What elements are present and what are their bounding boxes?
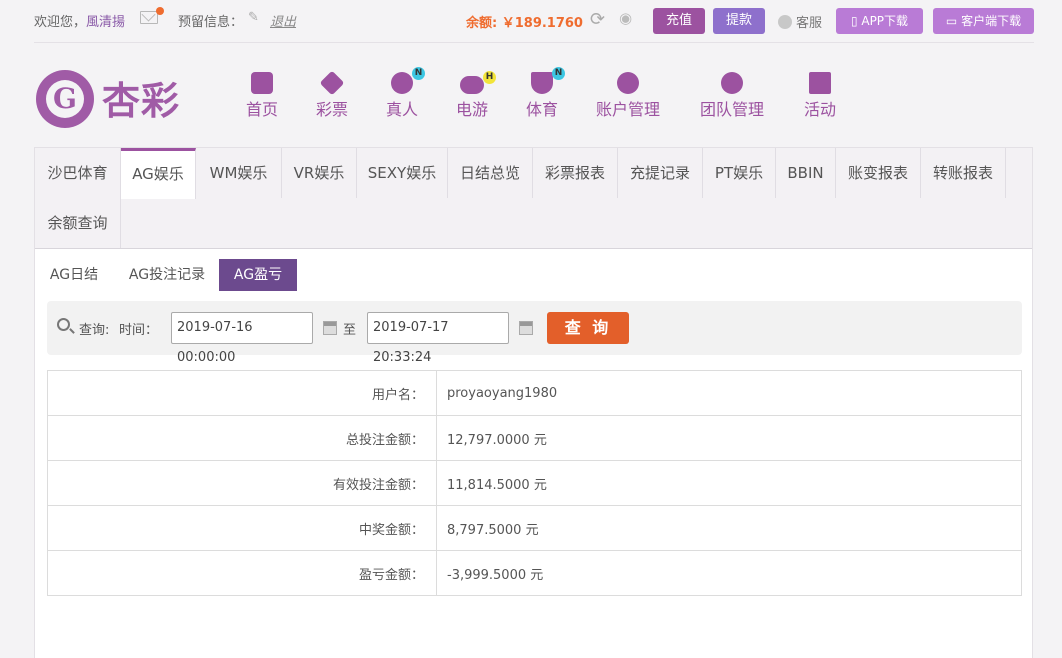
table-row: 用户名： proyaoyang1980 bbox=[47, 370, 1022, 416]
row-value: 11,814.5000 元 bbox=[436, 460, 1022, 506]
withdraw-button[interactable]: 提款 bbox=[713, 8, 765, 34]
top-divider bbox=[34, 42, 1034, 43]
nav-live[interactable]: N 真人 bbox=[386, 67, 425, 120]
home-icon bbox=[251, 72, 273, 94]
start-time-input[interactable]: 2019-07-16 00:00:00 bbox=[171, 312, 313, 365]
nav-sports[interactable]: N 体育 bbox=[526, 67, 565, 120]
tab-deposit-withdraw[interactable]: 充提记录 bbox=[618, 148, 703, 198]
welcome-text: 欢迎您，風清揚 bbox=[34, 15, 126, 30]
nav-promotions[interactable]: 活动 bbox=[804, 72, 836, 120]
result-table: 用户名： proyaoyang1980 总投注金额： 12,797.0000 元… bbox=[47, 370, 1022, 596]
tab-balance-change[interactable]: 账变报表 bbox=[836, 148, 921, 198]
logo-text[interactable]: 杏彩 bbox=[102, 70, 180, 125]
tab-pt[interactable]: PT娱乐 bbox=[703, 148, 776, 198]
subtab-ag-bets[interactable]: AG投注记录 bbox=[119, 259, 215, 291]
row-value: -3,999.5000 元 bbox=[436, 550, 1022, 596]
tab-lottery-report[interactable]: 彩票报表 bbox=[533, 148, 618, 198]
to-label: 至 bbox=[343, 323, 357, 338]
new-badge: N bbox=[412, 67, 425, 80]
tab-ag[interactable]: AG娱乐 bbox=[121, 148, 196, 199]
reserve-info-label: 预留信息： bbox=[178, 15, 244, 30]
refresh-icon[interactable]: ⟳ bbox=[590, 9, 605, 30]
time-label: 时间： bbox=[119, 323, 159, 338]
username[interactable]: 風清揚 bbox=[86, 15, 125, 30]
query-bar: 查询: 时间： 2019-07-16 00:00:00 至 2019-07-17… bbox=[47, 301, 1022, 365]
yen-coin-icon bbox=[617, 72, 639, 94]
trophy-icon: N bbox=[531, 67, 565, 94]
calendar-icon[interactable] bbox=[323, 321, 337, 335]
row-value: 8,797.5000 元 bbox=[436, 505, 1022, 551]
logo-icon[interactable] bbox=[36, 70, 94, 128]
ticket-icon bbox=[319, 70, 345, 96]
tab-transfer-report[interactable]: 转账报表 bbox=[921, 148, 1006, 198]
app-download-button[interactable]: ▯ APP下载 bbox=[836, 8, 923, 34]
search-icon bbox=[57, 318, 70, 331]
row-key: 盈亏金额： bbox=[47, 550, 437, 596]
row-key: 有效投注金额： bbox=[47, 460, 437, 506]
gift-icon bbox=[809, 72, 831, 94]
edit-icon[interactable]: ✎ bbox=[248, 10, 259, 25]
tab-daily-overview[interactable]: 日结总览 bbox=[448, 148, 533, 198]
table-row: 总投注金额： 12,797.0000 元 bbox=[47, 415, 1022, 461]
unread-dot-icon bbox=[156, 7, 164, 15]
recharge-button[interactable]: 充值 bbox=[653, 8, 705, 34]
tab-bbin[interactable]: BBIN bbox=[776, 148, 836, 198]
client-download-button[interactable]: ▭ 客户端下载 bbox=[933, 8, 1034, 34]
nav-account[interactable]: 账户管理 bbox=[596, 72, 660, 120]
tab-sexy[interactable]: SEXY娱乐 bbox=[357, 148, 448, 198]
nav-games[interactable]: H 电游 bbox=[456, 71, 496, 120]
report-tabs: 沙巴体育 AG娱乐 WM娱乐 VR娱乐 SEXY娱乐 日结总览 彩票报表 充提记… bbox=[35, 148, 1032, 249]
top-bar: 欢迎您，風清揚 预留信息： ✎ 退出 余额: ￥189.1760 ⟳ ◉ 充值 … bbox=[0, 0, 1062, 43]
query-label: 查询: bbox=[79, 323, 110, 338]
end-time-input[interactable]: 2019-07-17 20:33:24 bbox=[367, 312, 509, 365]
customer-service-link[interactable]: 客服 bbox=[778, 12, 822, 31]
subtab-ag-profit[interactable]: AG盈亏 bbox=[219, 259, 297, 291]
table-row: 盈亏金额： -3,999.5000 元 bbox=[47, 550, 1022, 596]
hot-badge: H bbox=[483, 71, 496, 84]
nav-lottery[interactable]: 彩票 bbox=[316, 70, 348, 120]
team-icon bbox=[721, 72, 743, 94]
gamepad-icon: H bbox=[460, 71, 496, 94]
row-value: 12,797.0000 元 bbox=[436, 415, 1022, 461]
table-row: 中奖金额： 8,797.5000 元 bbox=[47, 505, 1022, 551]
row-key: 中奖金额： bbox=[47, 505, 437, 551]
dealer-icon: N bbox=[391, 67, 425, 94]
calendar-icon[interactable] bbox=[519, 321, 533, 335]
hide-balance-icon[interactable]: ◉ bbox=[619, 9, 632, 27]
nav-team[interactable]: 团队管理 bbox=[700, 72, 764, 120]
nav-home[interactable]: 首页 bbox=[246, 72, 278, 120]
tab-vr[interactable]: VR娱乐 bbox=[282, 148, 357, 198]
row-key: 用户名： bbox=[47, 370, 437, 416]
report-panel: 沙巴体育 AG娱乐 WM娱乐 VR娱乐 SEXY娱乐 日结总览 彩票报表 充提记… bbox=[34, 147, 1033, 658]
mail-icon[interactable] bbox=[140, 11, 158, 24]
tab-balance-query[interactable]: 余额查询 bbox=[35, 198, 121, 248]
tab-saba-sports[interactable]: 沙巴体育 bbox=[35, 148, 121, 198]
new-badge: N bbox=[552, 67, 565, 80]
subtab-ag-daily[interactable]: AG日结 bbox=[39, 259, 109, 291]
logout-link[interactable]: 退出 bbox=[270, 11, 296, 30]
row-value: proyaoyang1980 bbox=[436, 370, 1022, 416]
balance-text: 余额: ￥189.1760 bbox=[466, 16, 583, 31]
row-key: 总投注金额： bbox=[47, 415, 437, 461]
service-icon bbox=[778, 15, 792, 29]
tab-wm[interactable]: WM娱乐 bbox=[196, 148, 282, 198]
query-button[interactable]: 查 询 bbox=[547, 312, 629, 344]
table-row: 有效投注金额： 11,814.5000 元 bbox=[47, 460, 1022, 506]
